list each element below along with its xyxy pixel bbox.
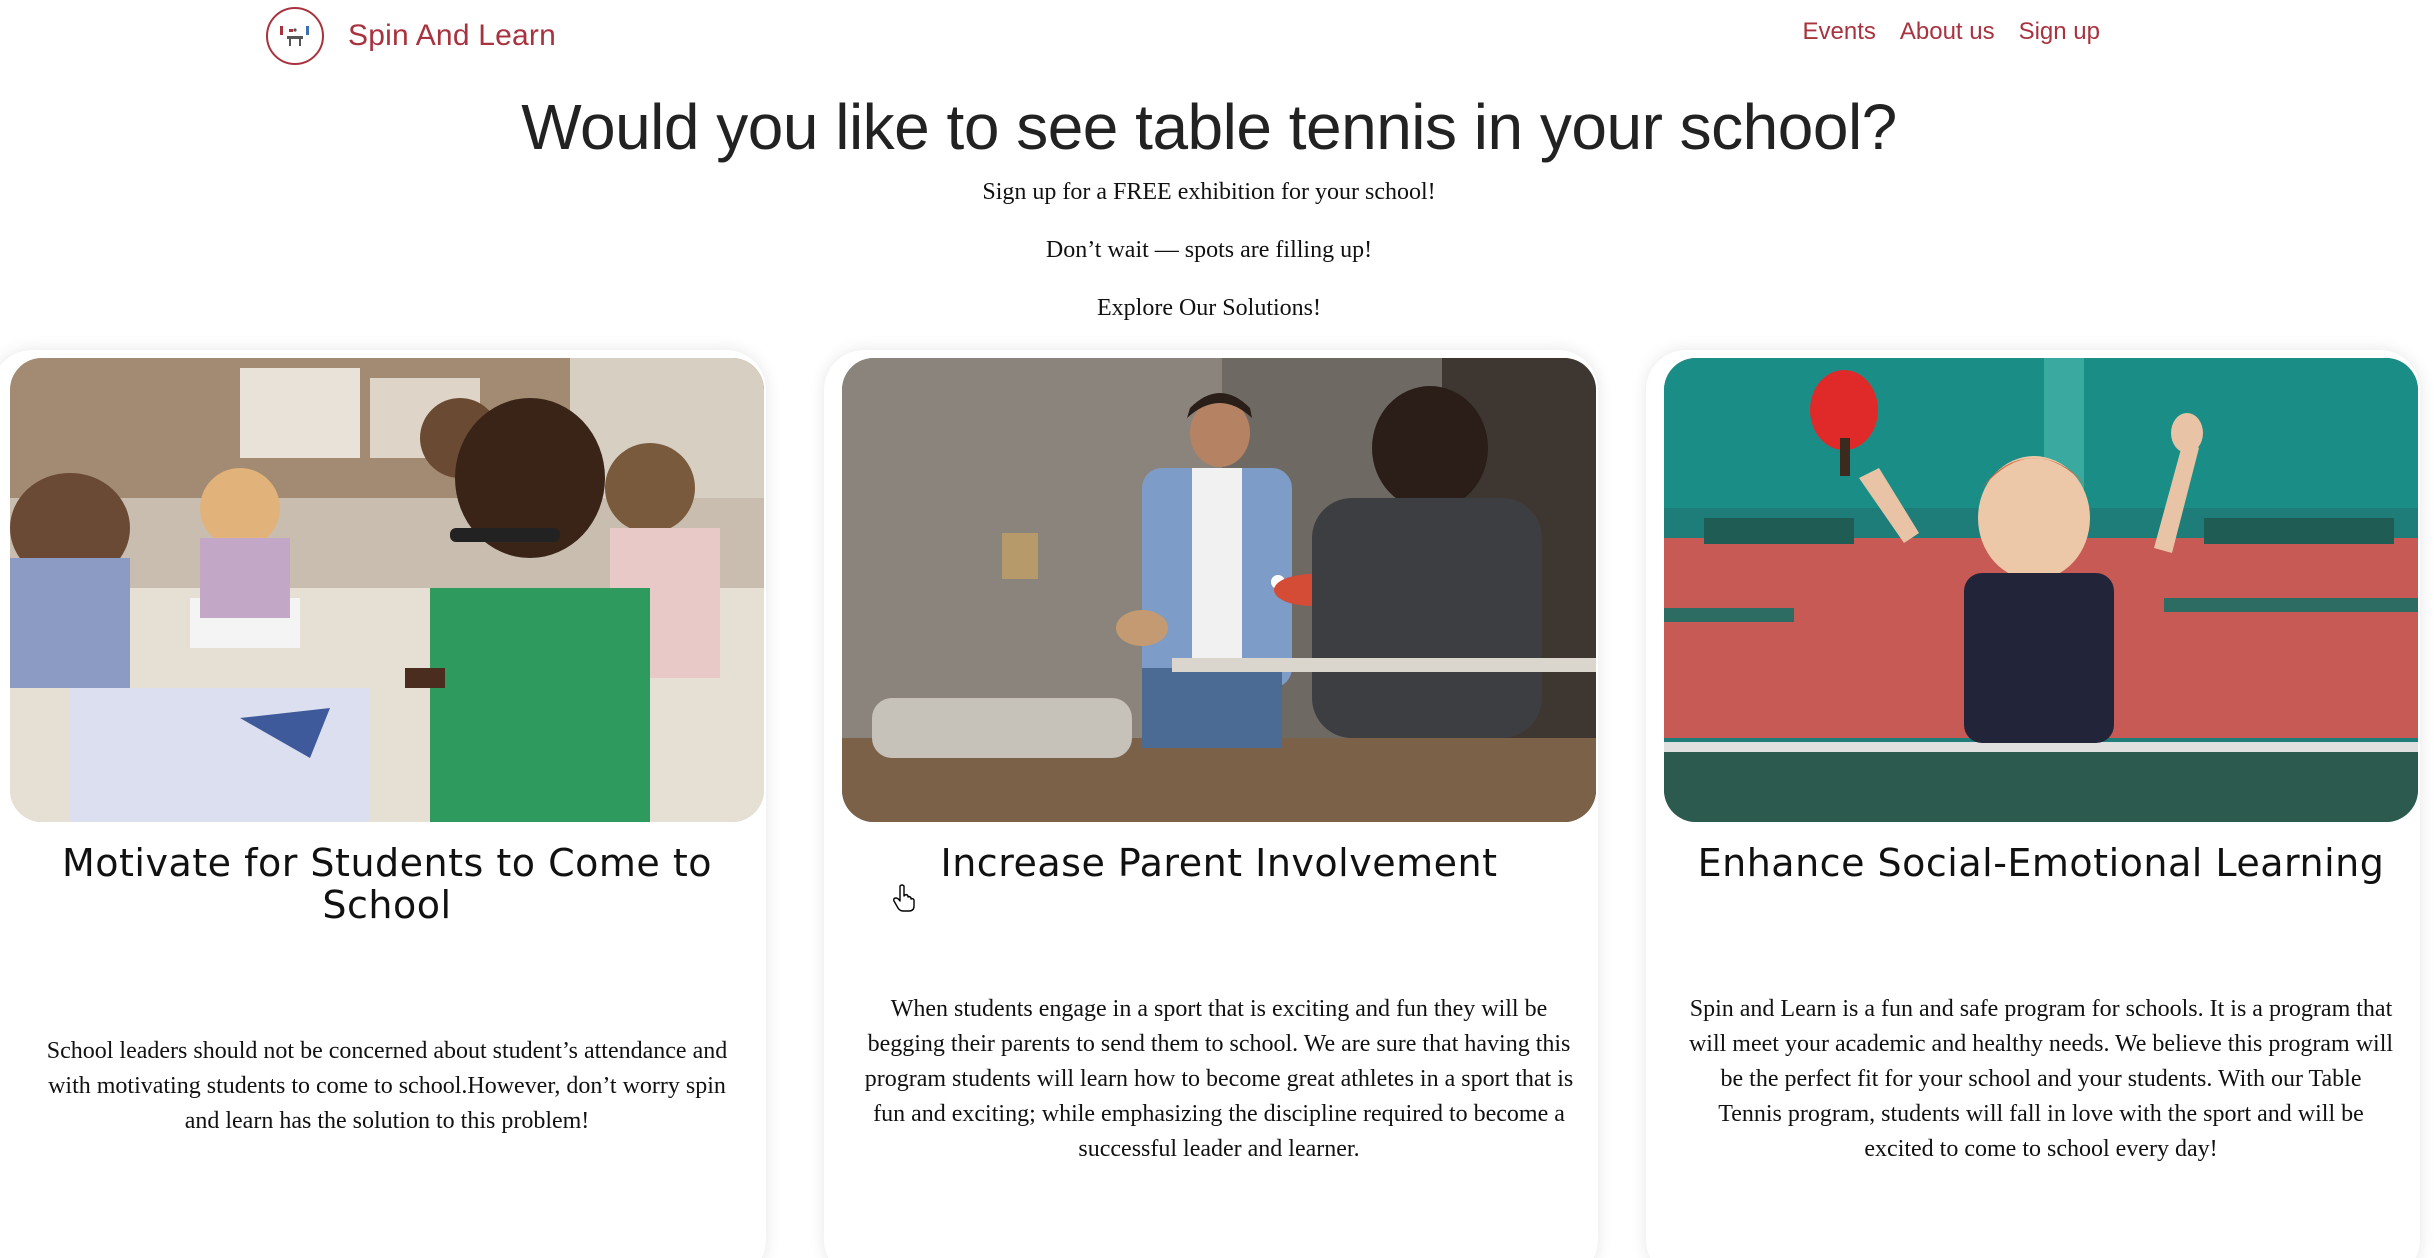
boy-cheering-with-red-paddle-photo — [1664, 358, 2418, 822]
hero-section: Would you like to see table tennis in yo… — [0, 84, 2418, 322]
brand-name: Spin And Learn — [348, 19, 556, 52]
logo-icon — [266, 7, 324, 65]
card-title: Enhance Social-Emotional Learning — [1697, 841, 2385, 885]
nav-link-sign-up[interactable]: Sign up — [2019, 18, 2100, 46]
solution-card-parents: Increase Parent Involvement When student… — [824, 350, 1598, 1258]
nav-link-about-us[interactable]: About us — [1900, 18, 1995, 46]
card-title: Increase Parent Involvement — [940, 841, 1498, 885]
card-text: Spin and Learn is a fun and safe program… — [1688, 996, 2394, 1162]
hero-title: Would you like to see table tennis in yo… — [521, 91, 1897, 163]
father-and-son-playing-ping-pong-photo — [842, 358, 1596, 822]
nav-links: Events About us Sign up — [1802, 18, 2100, 46]
solution-card-attendance: Motivate for Students to Come to School … — [0, 350, 766, 1258]
nav-link-events[interactable]: Events — [1802, 18, 1875, 46]
solutions-cards: Motivate for Students to Come to School … — [0, 350, 2436, 1258]
card-text: School leaders should not be concerned a… — [46, 1038, 728, 1134]
card-title: Motivate for Students to Come to School — [61, 841, 713, 927]
hero-explore-text: Explore Our Solutions! — [1097, 295, 1321, 321]
hero-free-exhibition-text: Sign up for a FREE exhibition for your s… — [982, 179, 1436, 205]
navbar: Spin And Learn Events About us Sign up — [0, 0, 2436, 72]
card-text: When students engage in a sport that is … — [864, 996, 1574, 1162]
hand-cursor-icon — [893, 884, 915, 912]
solution-card-social-emotional: Enhance Social-Emotional Learning Spin a… — [1646, 350, 2420, 1258]
hero-urgency-text: Don’t wait — spots are filling up! — [1045, 237, 1373, 263]
brand-link[interactable]: Spin And Learn — [266, 5, 556, 67]
classroom-students-drawing-photo — [10, 358, 764, 822]
